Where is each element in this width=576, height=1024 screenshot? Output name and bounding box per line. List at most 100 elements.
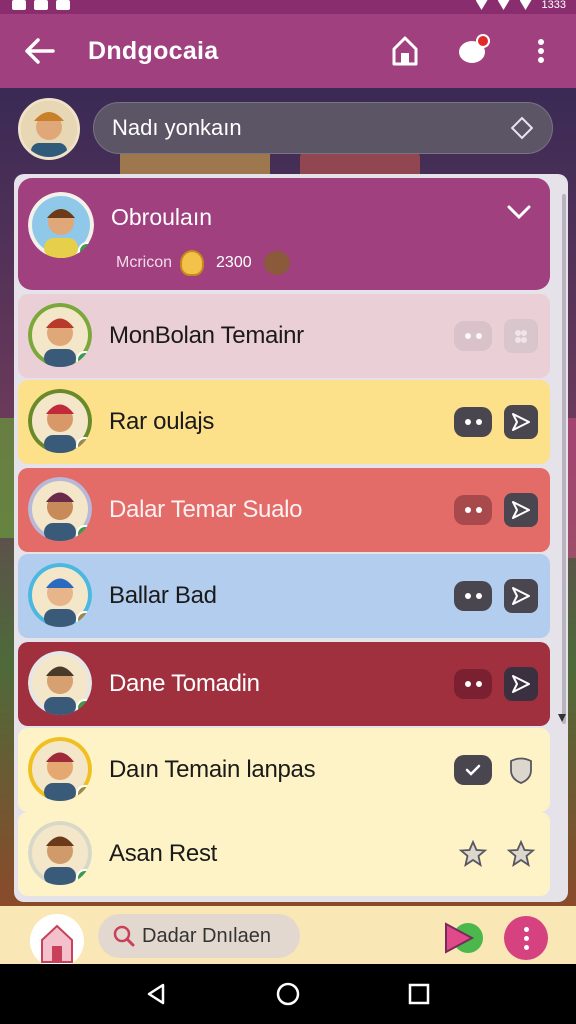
status-badge (76, 869, 92, 885)
avatar (28, 821, 92, 885)
battery-icon (519, 0, 532, 10)
favorite-button[interactable] (454, 839, 492, 869)
row-action-button[interactable] (504, 753, 538, 787)
diamond-icon (510, 116, 534, 140)
row-action-button[interactable] (504, 405, 538, 439)
status-badge (76, 611, 92, 627)
chevron-down-icon (507, 205, 531, 220)
star-icon (506, 839, 536, 867)
scrollbar[interactable] (562, 194, 566, 724)
square-recents-icon (408, 983, 430, 1005)
avatar (28, 389, 92, 453)
contact-row[interactable]: Rar oulajs (18, 380, 550, 464)
send-icon (512, 587, 530, 605)
expand-button[interactable] (506, 204, 532, 225)
row-action-button[interactable] (504, 319, 538, 353)
page-title: Dndgocaia (88, 36, 219, 65)
house-icon (392, 36, 418, 66)
avatar (28, 303, 92, 367)
triangle-back-icon (147, 983, 165, 1005)
avatar (28, 477, 92, 541)
system-navigation-bar (0, 964, 576, 1024)
overflow-menu-button[interactable] (524, 32, 558, 70)
status-badge (76, 525, 92, 541)
send-icon (512, 501, 530, 519)
bottom-bar: Dadar Dnılaen (0, 906, 576, 968)
message-button[interactable] (454, 321, 492, 351)
shield-icon (510, 757, 532, 784)
points-value: 2300 (216, 254, 252, 271)
play-icon (445, 922, 483, 954)
nav-recents-button[interactable] (403, 978, 435, 1010)
online-badge (78, 242, 94, 258)
contact-row[interactable]: MonBolan Temainr (18, 294, 550, 378)
contact-name: Dane Tomadin (109, 670, 260, 697)
send-icon (512, 675, 530, 693)
profile-name: Obroulaın (111, 204, 213, 230)
home-tab-button[interactable] (30, 914, 84, 968)
row-action-button[interactable] (504, 837, 538, 871)
status-badge (76, 351, 92, 367)
send-icon (512, 413, 530, 431)
signal-icon (475, 0, 488, 10)
more-options-button[interactable] (504, 916, 548, 960)
arrow-left-icon (25, 38, 55, 64)
status-badge (76, 437, 92, 453)
contact-name: Daın Temain lanpas (109, 756, 316, 783)
clock: 1333 (541, 0, 566, 11)
profile-stats: Mcricon 2300 (116, 250, 290, 276)
check-icon (465, 764, 481, 776)
status-badge (76, 785, 92, 801)
profile-sub-label: Mcricon (116, 254, 173, 271)
more-vertical-icon (538, 39, 544, 63)
user-avatar-image (21, 101, 77, 157)
contact-name: Asan Rest (109, 840, 218, 867)
status-badge (76, 699, 92, 715)
message-button[interactable] (454, 495, 492, 525)
contact-row[interactable]: Dane Tomadin (18, 642, 550, 726)
avatar (28, 651, 92, 715)
contact-list-panel: Obroulaın Mcricon 2300 MonBolan Temainr R… (14, 174, 568, 902)
search-icon (113, 925, 135, 947)
message-button[interactable] (454, 669, 492, 699)
contact-row[interactable]: Asan Rest (18, 812, 550, 896)
play-button[interactable] (442, 918, 484, 958)
contact-row[interactable]: Dalar Temar Sualo (18, 468, 550, 552)
search-button[interactable]: Dadar Dnılaen (98, 914, 300, 958)
nav-home-button[interactable] (272, 978, 304, 1010)
profile-header[interactable]: Obroulaın Mcricon 2300 (18, 178, 550, 290)
circle-home-icon (276, 982, 300, 1006)
notification-icons (12, 0, 70, 10)
wifi-icon (497, 0, 510, 10)
status-bar: 1333 (0, 0, 576, 14)
contact-row[interactable]: Ballar Bad (18, 554, 550, 638)
home-button[interactable] (388, 32, 422, 70)
avatar[interactable] (18, 98, 80, 160)
system-icons: 1333 (475, 0, 566, 11)
search-label: Dadar Dnılaen (142, 924, 271, 947)
row-action-button[interactable] (504, 667, 538, 701)
scroll-down-arrow-icon[interactable] (558, 714, 566, 722)
message-button[interactable] (454, 581, 492, 611)
house-icon (41, 924, 73, 963)
star-icon (458, 839, 488, 867)
message-button[interactable] (454, 407, 492, 437)
flame-icon (180, 250, 205, 276)
group-icon (515, 330, 527, 343)
contact-name: Ballar Bad (109, 582, 217, 609)
search-row: Nadı yonkaın (0, 96, 576, 162)
contact-name: Dalar Temar Sualo (109, 496, 303, 523)
avatar (28, 192, 94, 258)
nav-back-button[interactable] (140, 978, 172, 1010)
search-placeholder: Nadı yonkaın (112, 115, 242, 140)
avatar (28, 737, 92, 801)
check-button[interactable] (454, 755, 492, 785)
notifications-button[interactable] (456, 32, 490, 70)
contact-row[interactable]: Daın Temain lanpas (18, 728, 550, 812)
contact-name: Rar oulajs (109, 408, 215, 435)
row-action-button[interactable] (504, 579, 538, 613)
back-button[interactable] (20, 31, 60, 71)
avatar (28, 563, 92, 627)
row-action-button[interactable] (504, 493, 538, 527)
search-input[interactable]: Nadı yonkaın (93, 102, 553, 154)
